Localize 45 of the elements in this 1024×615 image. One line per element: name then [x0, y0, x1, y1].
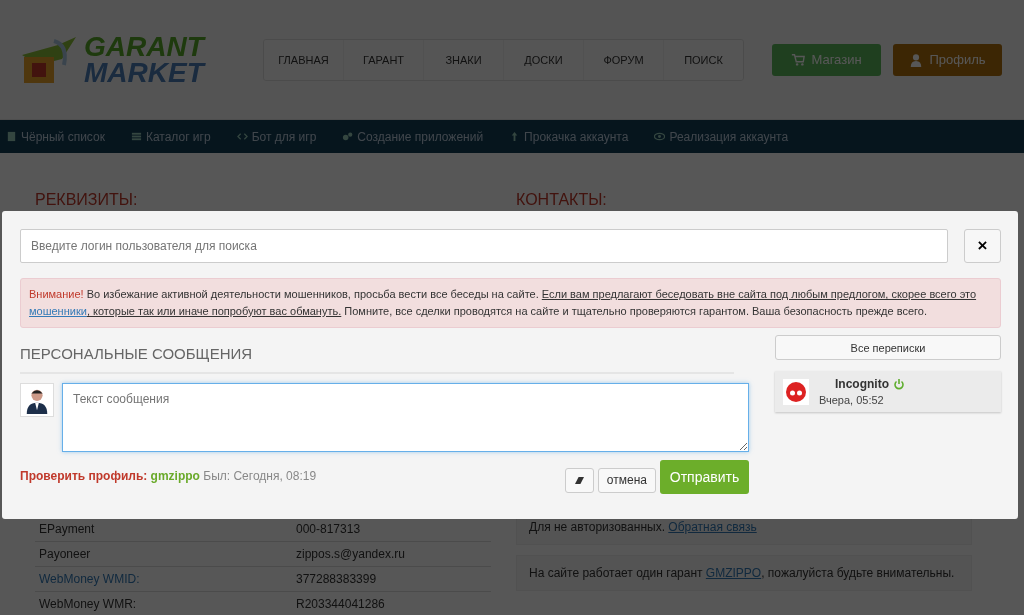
table-cell-text: WebMoney WMR: [39, 597, 138, 611]
table-cell: R203344041286 [296, 597, 385, 611]
contact-note: На сайте работает один гарант GMZIPPO, пожалуйста будьте внимательны. [516, 555, 972, 591]
logo-text[interactable]: GARANT MARKET [84, 33, 204, 86]
eraser-button[interactable] [564, 467, 594, 493]
cancel-button[interactable]: отмена [597, 467, 656, 493]
menu-item[interactable]: ПОИСК [664, 39, 743, 80]
menu-item[interactable]: ДОСКИ [504, 39, 584, 80]
eraser-icon [573, 475, 585, 485]
section-title: КОНТАКТЫ: [516, 191, 608, 209]
user-name: Incognito [835, 377, 889, 391]
code-icon [236, 131, 248, 142]
eye-icon [654, 131, 666, 142]
conversation-item[interactable]: Incognito Вчера, 05:52 [775, 371, 1001, 412]
search-field[interactable]: Введите логин пользователя для поиска [20, 229, 948, 263]
section-title: РЕКВИЗИТЫ: [35, 191, 139, 209]
table-cell-text: Payoneer [39, 547, 92, 561]
link[interactable]: gmzippo [150, 469, 200, 483]
profile-button[interactable]: Профиль [893, 43, 1002, 76]
alert-message: Внимание! Во избежание активной деятельности мошенников, просьба вести все беседы на сайте. Если вам предлагают беседовать вне сайта под любым предлогом, скорее всего это мошенники, которые так или иначе попробуют вас обмануть. Помните, все сделки проводятся на сайте и тщательно проверяются гарантом. Ваша безопасность прежде всего. [20, 278, 1001, 328]
link[interactable]: Обратная связь [668, 520, 757, 534]
profile-info: Проверить профиль: gmzippo Был: Сегодня, 08:19 [20, 469, 317, 483]
table-cell: zippos.s@yandex.ru [296, 547, 405, 561]
message-time: Вчера, 05:52 [819, 394, 885, 406]
table-cell: 000-817313 [296, 522, 361, 536]
close-button[interactable]: × [964, 229, 1001, 263]
send-button[interactable]: Отправить [660, 460, 749, 494]
list-icon [130, 131, 142, 142]
menu-item[interactable]: ФОРУМ [584, 39, 664, 80]
avatar-icon [783, 378, 809, 405]
gears-icon [342, 131, 354, 142]
table-cell: 377288383399 [296, 572, 377, 586]
book-icon [6, 131, 17, 142]
menu-item[interactable]: ГАРАНТ [344, 39, 424, 80]
avatar-icon [20, 383, 54, 417]
table-link[interactable]: WebMoney WMID: [39, 572, 296, 586]
menu-item[interactable]: ЗНАКИ [424, 39, 504, 80]
section-heading: ПЕРСОНАЛЬНЫЕ СООБЩЕНИЯ [20, 337, 734, 374]
all-chats-button[interactable]: Все переписки [775, 335, 1001, 360]
menu-item[interactable]: ГЛАВНАЯ [264, 39, 344, 80]
link[interactable]: мошенники [29, 305, 87, 317]
message-field[interactable]: Текст сообщения [62, 383, 749, 452]
table-cell-text: EPayment [39, 522, 96, 536]
cart-icon [791, 52, 806, 67]
user-icon [909, 52, 924, 67]
